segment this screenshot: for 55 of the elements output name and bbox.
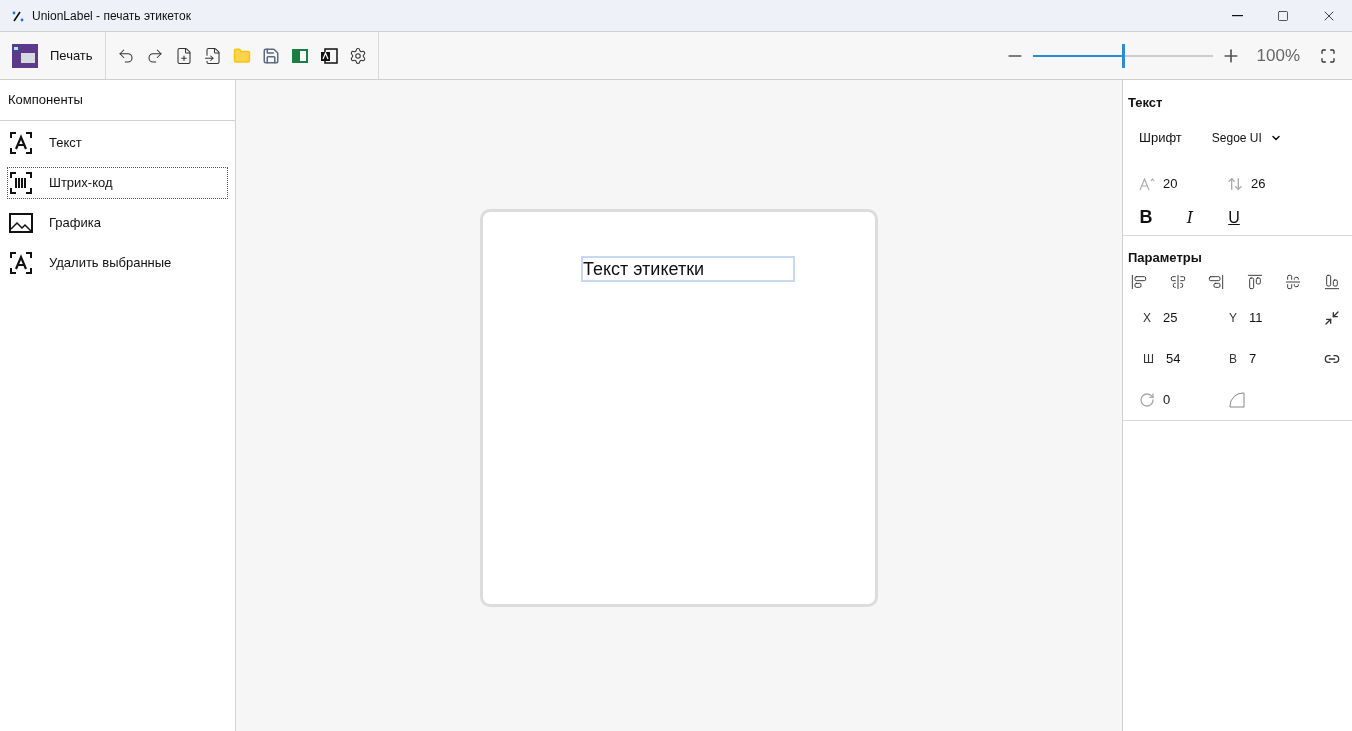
field-value[interactable]: 11 xyxy=(1249,307,1263,328)
params-section-title: Параметры xyxy=(1127,248,1203,267)
font-size-icon xyxy=(1139,176,1155,191)
components-title: Компоненты xyxy=(0,80,235,121)
print-button[interactable]: Печать xyxy=(0,32,106,79)
component-item[interactable]: Текст xyxy=(7,127,228,159)
align-top-icon[interactable] xyxy=(1246,274,1263,290)
component-item[interactable]: Штрих-код xyxy=(7,167,228,199)
line-height-icon xyxy=(1227,175,1243,192)
italic-button[interactable]: I xyxy=(1183,205,1197,230)
underline-button[interactable]: U xyxy=(1227,205,1241,230)
align-right-icon[interactable] xyxy=(1208,274,1225,290)
font-dropdown[interactable]: Segoe UI xyxy=(1211,128,1282,147)
component-item[interactable]: Графика xyxy=(7,207,228,239)
image-icon xyxy=(9,212,33,234)
spreadsheet-icon[interactable] xyxy=(290,46,309,65)
align-bottom-icon[interactable] xyxy=(1323,274,1340,290)
save-icon[interactable] xyxy=(261,46,280,65)
corner-radius-icon[interactable] xyxy=(1229,391,1245,408)
field-value[interactable]: 7 xyxy=(1249,348,1257,369)
rotation-value[interactable]: 0 xyxy=(1163,389,1171,410)
label-text-element[interactable]: Текст этикетки xyxy=(581,256,795,282)
align-center-icon[interactable] xyxy=(1169,274,1186,290)
field-label: Y xyxy=(1229,309,1237,327)
component-item[interactable]: Удалить выбранные xyxy=(7,247,228,279)
font-size-value[interactable]: 20 xyxy=(1163,173,1178,194)
field-value[interactable]: 25 xyxy=(1163,307,1178,328)
new-file-icon[interactable] xyxy=(174,46,193,65)
bold-button[interactable]: B xyxy=(1139,204,1153,231)
zoom-slider[interactable] xyxy=(1032,43,1213,68)
undo-icon[interactable] xyxy=(116,46,135,65)
text-section-title: Текст xyxy=(1127,94,1164,112)
rotate-icon xyxy=(1139,391,1155,408)
add-file-icon[interactable] xyxy=(203,46,222,65)
field-label: X xyxy=(1143,309,1151,327)
align-left-icon[interactable] xyxy=(1131,274,1147,290)
text-frame-icon xyxy=(9,131,33,155)
barcode-icon xyxy=(9,171,33,195)
field-label: Ш xyxy=(1143,350,1154,368)
app-logo-icon xyxy=(12,9,24,22)
window-title: UnionLabel - печать этикеток xyxy=(32,7,191,25)
fit-screen-icon[interactable] xyxy=(1320,47,1336,64)
font-label: Шрифт xyxy=(1139,128,1182,147)
printer-icon xyxy=(12,43,38,68)
settings-icon[interactable] xyxy=(348,46,367,65)
field-value[interactable]: 54 xyxy=(1166,348,1181,369)
field-label: В xyxy=(1229,350,1237,368)
line-height-value[interactable]: 26 xyxy=(1251,173,1266,194)
text-frame-icon xyxy=(9,251,33,275)
align-middle-icon[interactable] xyxy=(1285,274,1302,290)
redo-icon[interactable] xyxy=(145,46,164,65)
maximize-icon xyxy=(1277,9,1289,22)
minimize-icon xyxy=(1231,14,1243,17)
zoom-reading: 100% xyxy=(1256,44,1300,67)
shrink-icon[interactable] xyxy=(1324,309,1340,326)
